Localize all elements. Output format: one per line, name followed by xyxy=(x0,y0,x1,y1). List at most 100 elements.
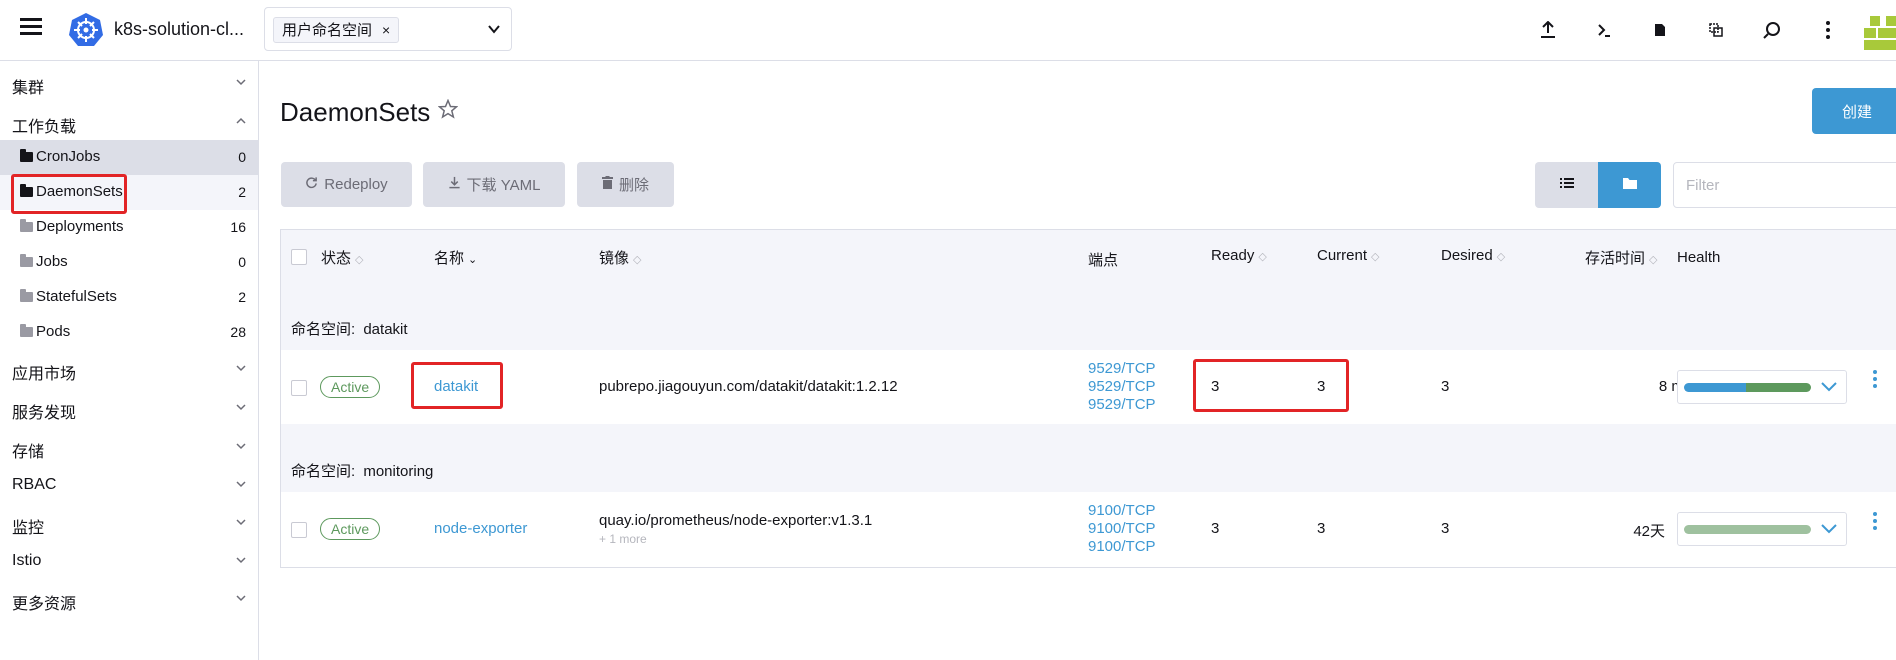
sidebar-group-service-discovery[interactable]: 服务发现 xyxy=(0,390,258,426)
sidebar-item-statefulsets[interactable]: StatefulSets 2 xyxy=(0,280,258,315)
column-header-age[interactable]: 存活时间 ◇ xyxy=(1585,247,1657,268)
health-bar xyxy=(1684,525,1811,534)
endpoint-link[interactable]: 9529/TCP xyxy=(1088,360,1156,378)
download-icon xyxy=(448,176,461,193)
namespace-group-row: 命名空间: monitoring xyxy=(281,424,1896,492)
refresh-icon xyxy=(305,176,318,193)
kubernetes-logo-icon[interactable] xyxy=(68,12,104,53)
sidebar-group-label: 服务发现 xyxy=(12,405,77,422)
sidebar-group-label: 集群 xyxy=(12,80,45,97)
cluster-name[interactable]: k8s-solution-cl... xyxy=(114,19,244,40)
endpoint-link[interactable]: 9100/TCP xyxy=(1088,520,1156,538)
column-label: Desired xyxy=(1441,247,1493,264)
chevron-down-icon[interactable] xyxy=(487,22,501,41)
column-header-current[interactable]: Current ◇ xyxy=(1317,247,1380,264)
user-avatar[interactable] xyxy=(1864,16,1896,50)
sidebar-group-istio[interactable]: Istio xyxy=(0,543,258,579)
namespace-chip-remove-icon[interactable]: × xyxy=(382,22,390,38)
namespace-chip-label: 用户命名空间 xyxy=(282,22,373,39)
sidebar-group-cluster[interactable]: 集群 xyxy=(0,65,258,101)
sidebar-item-jobs[interactable]: Jobs 0 xyxy=(0,245,258,280)
select-all-checkbox[interactable] xyxy=(291,249,307,265)
column-header-ready[interactable]: Ready ◇ xyxy=(1211,247,1267,264)
sidebar-item-count: 28 xyxy=(230,324,246,340)
sort-icon: ◇ xyxy=(355,254,364,266)
file-icon[interactable] xyxy=(1648,18,1672,42)
namespace-name: monitoring xyxy=(363,463,434,480)
redeploy-label: Redeploy xyxy=(324,176,388,193)
column-header-image[interactable]: 镜像 ◇ xyxy=(599,247,641,268)
list-view-toggle[interactable] xyxy=(1535,162,1598,208)
sidebar-group-workloads[interactable]: 工作负载 xyxy=(0,104,258,140)
star-icon[interactable] xyxy=(437,98,459,125)
endpoint-link[interactable]: 9100/TCP xyxy=(1088,502,1156,520)
sidebar-group-storage[interactable]: 存储 xyxy=(0,429,258,465)
upload-icon[interactable] xyxy=(1536,18,1560,42)
row-checkbox[interactable] xyxy=(291,522,307,538)
folder-icon xyxy=(20,289,33,302)
chevron-up-icon xyxy=(236,114,246,128)
create-button[interactable]: 创建 xyxy=(1812,88,1896,134)
row-actions-icon[interactable] xyxy=(1873,512,1877,536)
terminal-icon[interactable] xyxy=(1592,18,1616,42)
more-vertical-icon[interactable] xyxy=(1816,18,1840,42)
row-actions-icon[interactable] xyxy=(1873,370,1877,394)
sidebar-group-monitoring[interactable]: 监控 xyxy=(0,505,258,541)
namespace-group-row: 命名空间: datakit xyxy=(281,282,1896,350)
sort-down-icon: ⌄ xyxy=(468,254,478,266)
column-header-endpoints: 端点 xyxy=(1088,249,1118,270)
image-text: quay.io/prometheus/node-exporter:v1.3.1 xyxy=(599,512,873,529)
chevron-down-icon xyxy=(236,515,246,529)
namespace-label: 命名空间: xyxy=(291,463,356,480)
namespace-group-label: 命名空间: datakit xyxy=(281,310,430,350)
sort-icon: ◇ xyxy=(1258,251,1267,263)
column-header-desired[interactable]: Desired ◇ xyxy=(1441,247,1505,264)
sidebar-group-more-resources[interactable]: 更多资源 xyxy=(0,581,258,617)
search-icon[interactable] xyxy=(1760,18,1784,42)
download-yaml-button[interactable]: 下载 YAML xyxy=(423,162,565,207)
filter-input[interactable] xyxy=(1673,162,1896,208)
health-dropdown[interactable] xyxy=(1677,370,1847,404)
sidebar-item-deployments[interactable]: Deployments 16 xyxy=(0,210,258,245)
top-bar: k8s-solution-cl... 用户命名空间 × xyxy=(0,0,1896,61)
chevron-down-icon xyxy=(236,75,246,89)
copy-icon[interactable] xyxy=(1704,18,1728,42)
sidebar-item-count: 2 xyxy=(238,289,246,305)
column-header-name[interactable]: 名称 ⌄ xyxy=(434,247,477,268)
chevron-down-icon xyxy=(236,439,246,453)
current-count: 3 xyxy=(1317,520,1326,537)
column-header-state[interactable]: 状态 ◇ xyxy=(321,247,363,268)
row-checkbox[interactable] xyxy=(291,380,307,396)
sidebar: 集群 工作负载 CronJobs 0 DaemonSets 2 Deployme… xyxy=(0,61,259,660)
hamburger-menu-icon[interactable] xyxy=(20,18,42,40)
desired-count: 3 xyxy=(1441,520,1450,537)
namespace-selector[interactable]: 用户命名空间 × xyxy=(264,7,512,51)
header-actions xyxy=(1536,18,1840,42)
chevron-down-icon xyxy=(236,591,246,605)
redeploy-button[interactable]: Redeploy xyxy=(281,162,412,207)
ready-count: 3 xyxy=(1211,520,1220,537)
endpoint-link[interactable]: 9529/TCP xyxy=(1088,378,1156,396)
chevron-down-icon xyxy=(236,400,246,414)
namespace-name: datakit xyxy=(363,321,408,338)
sort-icon: ◇ xyxy=(633,254,642,266)
health-dropdown[interactable] xyxy=(1677,512,1847,546)
sidebar-group-rbac[interactable]: RBAC xyxy=(0,467,258,503)
chevron-down-icon xyxy=(1820,517,1838,544)
resource-name-link[interactable]: node-exporter xyxy=(434,520,527,537)
column-label: 端点 xyxy=(1088,252,1119,269)
list-icon xyxy=(1559,176,1574,194)
endpoint-link[interactable]: 9529/TCP xyxy=(1088,396,1156,414)
image-more-text[interactable]: + 1 more xyxy=(599,532,647,546)
trash-icon xyxy=(601,176,613,193)
delete-button[interactable]: 删除 xyxy=(577,162,674,207)
sidebar-item-cronjobs[interactable]: CronJobs 0 xyxy=(0,140,258,175)
group-by-namespace-toggle[interactable] xyxy=(1598,162,1661,208)
folder-icon xyxy=(20,219,33,232)
sidebar-item-count: 0 xyxy=(238,254,246,270)
column-label: 状态 xyxy=(321,250,352,267)
endpoint-link[interactable]: 9100/TCP xyxy=(1088,538,1156,556)
sidebar-group-apps[interactable]: 应用市场 xyxy=(0,351,258,387)
sidebar-item-pods[interactable]: Pods 28 xyxy=(0,315,258,350)
column-label: Health xyxy=(1677,249,1721,266)
